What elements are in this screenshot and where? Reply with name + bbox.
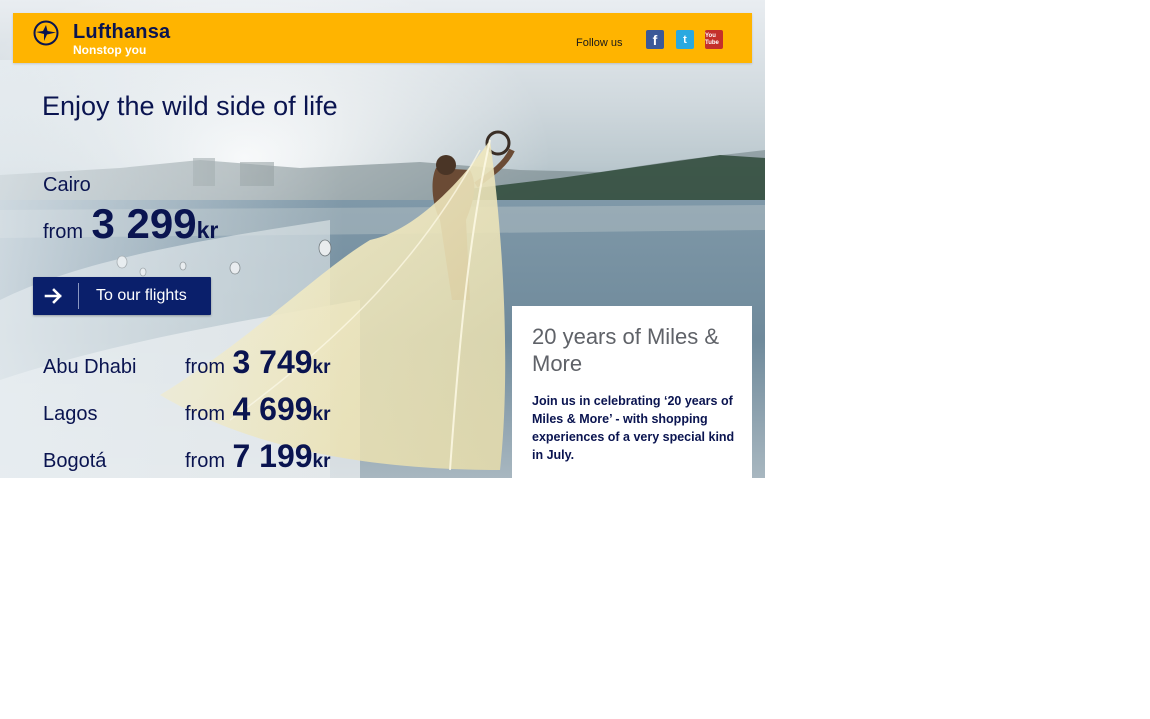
price-from-label: from [185,450,225,472]
promo-title: 20 years of Miles & More [532,324,720,376]
arrow-right-icon [44,288,62,304]
price-currency: kr [312,357,331,378]
price-from-label: from [185,403,225,425]
twitter-icon[interactable]: t [676,30,694,49]
to-our-flights-button[interactable]: To our flights [33,277,211,315]
price-from-label: from [185,356,225,378]
follow-us-label: Follow us [576,37,623,49]
route-price: from 7 199kr [185,438,331,475]
header-bar: Lufthansa Nonstop you Follow us f t You … [13,13,752,63]
price-from-label: from [43,221,83,243]
route-row-bogota[interactable]: Bogotá from 7 199kr [43,438,343,478]
page-headline: Enjoy the wild side of life [42,91,338,121]
price-currency: kr [312,451,331,472]
crane-logo-icon[interactable] [33,20,59,46]
price-currency: kr [196,217,219,243]
featured-destination-price[interactable]: from 3 299kr [43,200,218,248]
brand-name[interactable]: Lufthansa [73,21,170,44]
price-amount: 7 199 [232,438,313,474]
route-row-lagos[interactable]: Lagos from 4 699kr [43,391,343,431]
facebook-icon[interactable]: f [646,30,664,49]
route-price: from 4 699kr [185,391,331,428]
promo-banner[interactable]: Lufthansa Nonstop you Follow us f t You … [0,0,765,478]
to-our-flights-label: To our flights [96,287,187,304]
brand-tagline: Nonstop you [73,43,147,57]
button-divider [78,283,79,309]
promo-body: Join us in celebrating ‘20 years of Mile… [532,394,735,462]
route-city: Abu Dhabi [43,356,137,378]
youtube-icon[interactable]: You Tube [705,30,723,49]
route-price: from 3 749kr [185,344,331,381]
route-row-abu-dhabi[interactable]: Abu Dhabi from 3 749kr [43,344,343,384]
price-amount: 3 749 [232,344,313,380]
route-city: Lagos [43,403,98,425]
price-amount: 4 699 [232,391,313,427]
route-city: Bogotá [43,450,107,472]
price-amount: 3 299 [91,200,197,247]
featured-destination-city[interactable]: Cairo [43,174,91,197]
price-currency: kr [312,404,331,425]
miles-and-more-promo-box[interactable]: 20 years of Miles & More Join us in cele… [512,306,752,478]
